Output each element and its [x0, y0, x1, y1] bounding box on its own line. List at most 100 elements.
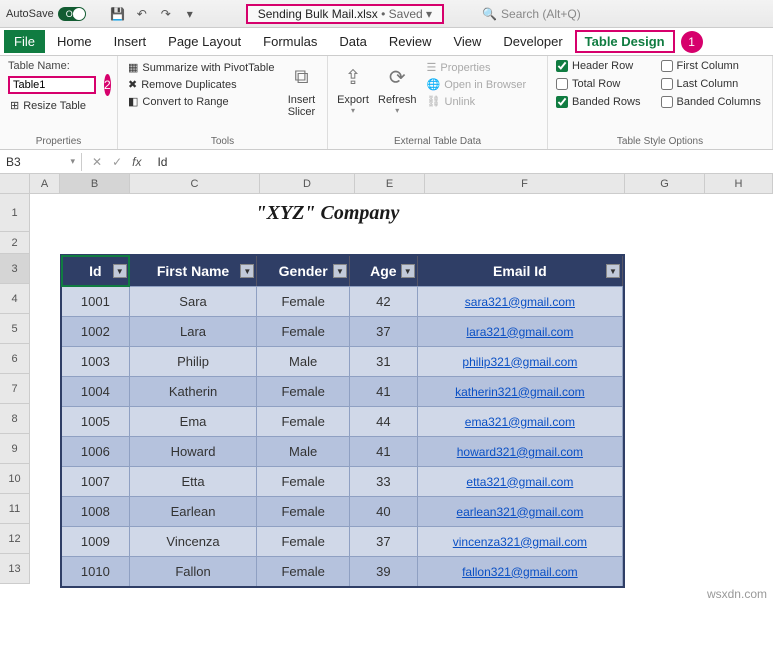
cell-email[interactable]: ema321@gmail.com [418, 406, 623, 436]
filter-icon[interactable]: ▼ [606, 264, 620, 278]
col-E[interactable]: E [355, 174, 425, 194]
insert-slicer-button[interactable]: ⧉ Insert Slicer [284, 60, 318, 134]
tab-insert[interactable]: Insert [104, 30, 157, 53]
refresh-button[interactable]: ⟳Refresh▾ [378, 60, 417, 134]
filter-icon[interactable]: ▼ [401, 264, 415, 278]
chk-banded-rows[interactable]: Banded Rows [556, 96, 641, 108]
filter-icon[interactable]: ▼ [333, 264, 347, 278]
cell-email[interactable]: sara321@gmail.com [418, 286, 623, 316]
cell-email[interactable]: fallon321@gmail.com [418, 556, 623, 586]
cell-gender[interactable]: Female [257, 466, 350, 496]
col-H[interactable]: H [705, 174, 773, 194]
tab-file[interactable]: File [4, 30, 45, 53]
cancel-icon[interactable]: ✕ [92, 155, 102, 169]
th-email[interactable]: Email Id▼ [418, 256, 623, 286]
cell-gender[interactable]: Male [257, 436, 350, 466]
col-G[interactable]: G [625, 174, 705, 194]
autosave-toggle[interactable]: AutoSave On [6, 7, 102, 21]
chk-first-column[interactable]: First Column [661, 60, 761, 72]
row-9[interactable]: 9 [0, 434, 30, 464]
table-row[interactable]: 1008EarleanFemale40earlean321@gmail.com [62, 496, 623, 526]
row-4[interactable]: 4 [0, 284, 30, 314]
redo-icon[interactable]: ↷ [158, 6, 174, 22]
tab-view[interactable]: View [443, 30, 491, 53]
convert-range-button[interactable]: ◧Convert to Range [126, 94, 276, 109]
cell-firstname[interactable]: Etta [130, 466, 258, 496]
cell-id[interactable]: 1005 [62, 406, 130, 436]
cell-age[interactable]: 37 [350, 526, 418, 556]
cell-id[interactable]: 1003 [62, 346, 130, 376]
table-row[interactable]: 1010FallonFemale39fallon321@gmail.com [62, 556, 623, 586]
th-gender[interactable]: Gender▼ [257, 256, 350, 286]
search-box[interactable]: 🔍 Search (Alt+Q) [482, 7, 767, 21]
row-5[interactable]: 5 [0, 314, 30, 344]
remove-duplicates-button[interactable]: ✖Remove Duplicates [126, 77, 276, 92]
cell-email[interactable]: etta321@gmail.com [418, 466, 623, 496]
tab-table-design[interactable]: Table Design [575, 30, 675, 53]
cell-firstname[interactable]: Earlean [130, 496, 258, 526]
cell-id[interactable]: 1004 [62, 376, 130, 406]
cell-firstname[interactable]: Philip [130, 346, 258, 376]
summarize-pivot-button[interactable]: ▦Summarize with PivotTable [126, 60, 276, 75]
resize-table-button[interactable]: ⊞Resize Table [8, 98, 109, 113]
table-row[interactable]: 1009VincenzaFemale37vincenza321@gmail.co… [62, 526, 623, 556]
cell-age[interactable]: 31 [350, 346, 418, 376]
cell-age[interactable]: 44 [350, 406, 418, 436]
qat-dropdown-icon[interactable]: ▾ [182, 6, 198, 22]
row-10[interactable]: 10 [0, 464, 30, 494]
cell-id[interactable]: 1010 [62, 556, 130, 586]
cell-email[interactable]: earlean321@gmail.com [418, 496, 623, 526]
cell-age[interactable]: 41 [350, 436, 418, 466]
cell-firstname[interactable]: Vincenza [130, 526, 258, 556]
cell-gender[interactable]: Female [257, 316, 350, 346]
cell-gender[interactable]: Male [257, 346, 350, 376]
cell-gender[interactable]: Female [257, 286, 350, 316]
row-8[interactable]: 8 [0, 404, 30, 434]
table-row[interactable]: 1004KatherinFemale41katherin321@gmail.co… [62, 376, 623, 406]
name-box[interactable]: B3▾ [0, 153, 82, 171]
filename-box[interactable]: Sending Bulk Mail.xlsx • Saved ▾ [246, 4, 444, 24]
cell-email[interactable]: vincenza321@gmail.com [418, 526, 623, 556]
cell-gender[interactable]: Female [257, 406, 350, 436]
chk-last-column[interactable]: Last Column [661, 78, 761, 90]
cell-gender[interactable]: Female [257, 376, 350, 406]
table-row[interactable]: 1002LaraFemale37lara321@gmail.com [62, 316, 623, 346]
tab-data[interactable]: Data [329, 30, 376, 53]
table-row[interactable]: 1003PhilipMale31philip321@gmail.com [62, 346, 623, 376]
cells-area[interactable]: "XYZ" Company Id▼ First Name▼ Gender▼ Ag… [30, 194, 773, 584]
cell-firstname[interactable]: Katherin [130, 376, 258, 406]
tab-page-layout[interactable]: Page Layout [158, 30, 251, 53]
cell-age[interactable]: 39 [350, 556, 418, 586]
tab-review[interactable]: Review [379, 30, 442, 53]
table-row[interactable]: 1007EttaFemale33etta321@gmail.com [62, 466, 623, 496]
tab-home[interactable]: Home [47, 30, 102, 53]
row-13[interactable]: 13 [0, 554, 30, 584]
save-icon[interactable]: 💾 [110, 6, 126, 22]
row-12[interactable]: 12 [0, 524, 30, 554]
export-button[interactable]: ⇪Export▾ [336, 60, 370, 134]
filter-icon[interactable]: ▼ [113, 264, 127, 278]
th-firstname[interactable]: First Name▼ [130, 256, 258, 286]
col-B[interactable]: B [60, 174, 130, 194]
row-2[interactable]: 2 [0, 232, 30, 254]
tab-formulas[interactable]: Formulas [253, 30, 327, 53]
cell-firstname[interactable]: Sara [130, 286, 258, 316]
cell-firstname[interactable]: Lara [130, 316, 258, 346]
col-A[interactable]: A [30, 174, 60, 194]
th-age[interactable]: Age▼ [350, 256, 418, 286]
tab-developer[interactable]: Developer [493, 30, 572, 53]
chk-banded-columns[interactable]: Banded Columns [661, 96, 761, 108]
cell-id[interactable]: 1001 [62, 286, 130, 316]
cell-email[interactable]: philip321@gmail.com [418, 346, 623, 376]
chk-total-row[interactable]: Total Row [556, 78, 641, 90]
cell-firstname[interactable]: Fallon [130, 556, 258, 586]
table-name-input[interactable] [8, 76, 96, 94]
select-all-cell[interactable] [0, 174, 30, 194]
fx-icon[interactable]: fx [132, 155, 141, 169]
cell-age[interactable]: 33 [350, 466, 418, 496]
cell-email[interactable]: howard321@gmail.com [418, 436, 623, 466]
cell-id[interactable]: 1006 [62, 436, 130, 466]
cell-email[interactable]: lara321@gmail.com [418, 316, 623, 346]
cell-age[interactable]: 41 [350, 376, 418, 406]
col-F[interactable]: F [425, 174, 625, 194]
